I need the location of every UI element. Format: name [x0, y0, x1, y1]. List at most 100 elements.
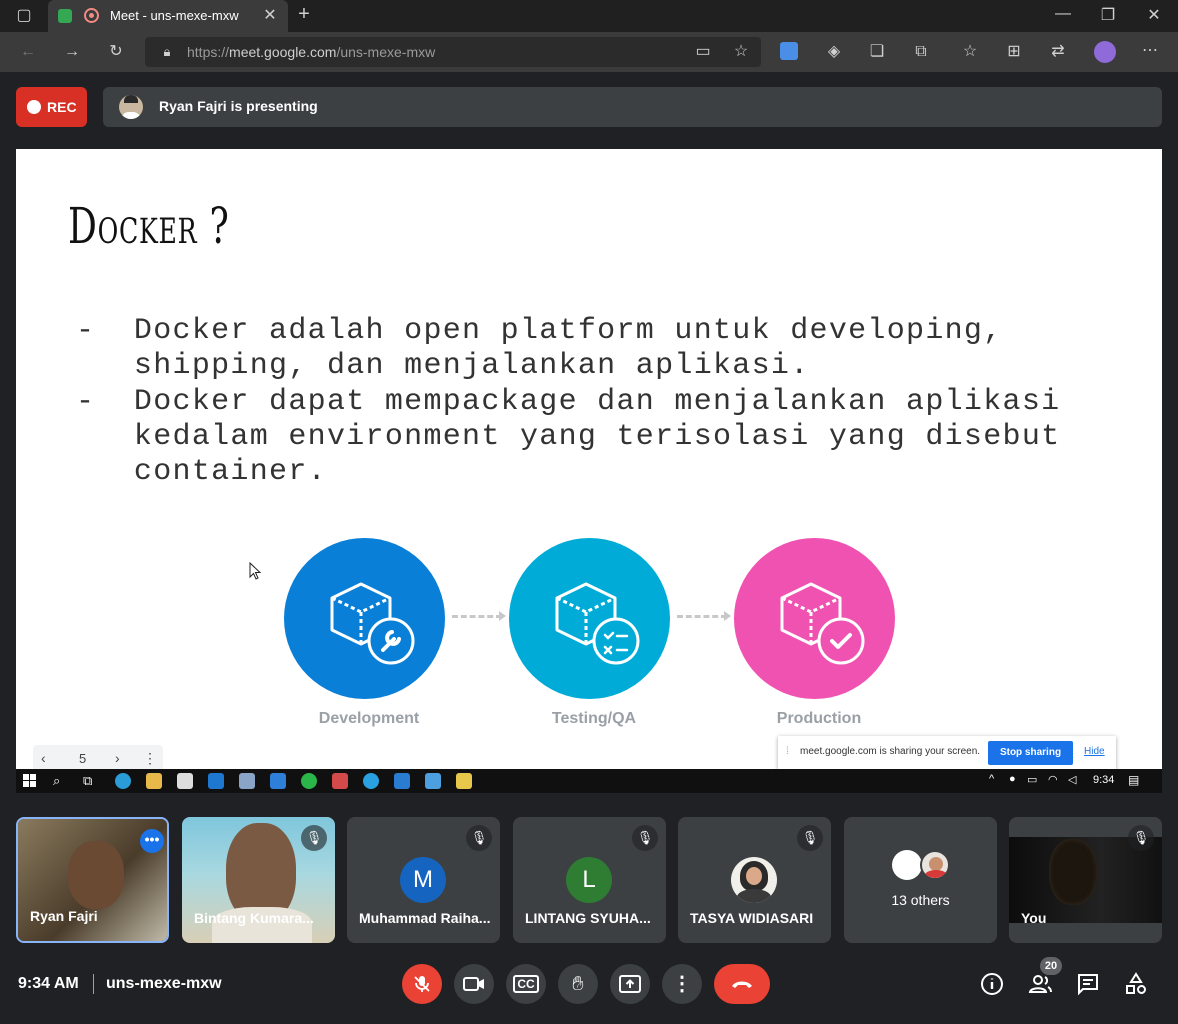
tray-wifi-icon[interactable]: ◠: [1048, 773, 1058, 786]
raise-hand-button[interactable]: ✋︎: [558, 964, 598, 1004]
avatar: M: [400, 857, 446, 903]
present-button[interactable]: [610, 964, 650, 1004]
presenting-banner: Ryan Fajri is presenting: [103, 87, 1162, 127]
screen-share-notice: ⁞ meet.google.com is sharing your screen…: [778, 736, 1116, 769]
app-icon[interactable]: [239, 773, 255, 789]
participant-tile-muhammad[interactable]: 🎙︎ M Muhammad Raiha...: [347, 817, 500, 943]
favorites-icon[interactable]: ☆: [960, 44, 980, 60]
puzzle-icon[interactable]: ⧉: [911, 44, 931, 60]
camera-icon[interactable]: ▭: [693, 44, 713, 60]
store-icon[interactable]: [177, 773, 193, 789]
app-3-icon[interactable]: [456, 773, 472, 789]
info-icon: [981, 973, 1003, 995]
toggle-mic-button[interactable]: [402, 964, 442, 1004]
extension-icon[interactable]: ◈: [824, 44, 844, 60]
edge-browser-icon[interactable]: [115, 773, 131, 789]
recording-indicator-icon: [84, 8, 99, 23]
participant-tile-tasya[interactable]: 🎙︎ TASYA WIDIASARI: [678, 817, 831, 943]
tab-title: Meet - uns-mexe-mxw: [110, 8, 239, 23]
virtualbox-icon[interactable]: [425, 773, 441, 789]
record-dot-icon: [27, 100, 41, 114]
slide-title: Docker ?: [68, 197, 230, 255]
notifications-icon[interactable]: ▤: [1128, 773, 1139, 787]
recording-button[interactable]: REC: [16, 87, 87, 127]
forward-icon[interactable]: →: [62, 44, 82, 60]
tray-volume-icon[interactable]: ◁: [1068, 773, 1076, 786]
participant-name: Bintang Kumara...: [194, 910, 314, 926]
telegram-icon[interactable]: [363, 773, 379, 789]
url-field[interactable]: 🔒︎ https://meet.google.com/uns-mexe-mxw …: [145, 37, 761, 67]
tray-chevron-icon[interactable]: ^: [989, 773, 994, 785]
drag-handle-icon[interactable]: ⁞: [786, 746, 789, 757]
more-options-button[interactable]: ⋮: [662, 964, 702, 1004]
app-2-icon[interactable]: [332, 773, 348, 789]
favorite-star-icon[interactable]: ☆: [731, 44, 751, 60]
more-options-icon[interactable]: •••: [140, 829, 164, 853]
mail-icon[interactable]: [208, 773, 224, 789]
windows-start-icon[interactable]: [23, 774, 37, 788]
url-text: https://meet.google.com/uns-mexe-mxw: [187, 44, 436, 60]
meeting-details-button[interactable]: [978, 972, 1006, 1000]
camera-icon: [463, 977, 484, 991]
slide-menu-icon[interactable]: ⋮: [143, 750, 157, 767]
arrow-dev-to-test: [452, 611, 506, 621]
participant-tile-you[interactable]: 🎙︎ You: [1009, 817, 1162, 943]
more-menu-icon[interactable]: ⋯: [1140, 43, 1160, 59]
taskbar-clock: 9:34: [1093, 774, 1115, 786]
new-tab-icon[interactable]: +: [294, 4, 314, 24]
todo-icon[interactable]: [270, 773, 286, 789]
production-fill: [734, 538, 895, 699]
participant-tile-ryan[interactable]: ••• Ryan Fajri: [16, 817, 169, 943]
participant-tile-others[interactable]: 13 others: [844, 817, 997, 943]
stage-label-production: Production: [776, 710, 862, 727]
muted-mic-icon: 🎙︎: [466, 825, 492, 851]
slide-page-number: 5: [79, 751, 87, 766]
participant-tile-lintang[interactable]: 🎙︎ L LINTANG SYUHA...: [513, 817, 666, 943]
restore-icon[interactable]: ❐: [1098, 8, 1118, 24]
reload-icon[interactable]: ↻: [106, 44, 126, 60]
browser-tab[interactable]: Meet - uns-mexe-mxw ✕: [48, 0, 288, 32]
prev-slide-icon[interactable]: ‹: [41, 750, 46, 766]
chat-button[interactable]: [1074, 972, 1102, 1000]
tray-mic-icon[interactable]: ●: [1009, 773, 1016, 785]
participant-name: You: [1021, 910, 1047, 926]
leave-call-button[interactable]: [714, 964, 770, 1004]
address-toolbar: ← → ↻ 🔒︎ https://meet.google.com/uns-mex…: [0, 32, 1178, 72]
tray-battery-icon[interactable]: ▭: [1027, 773, 1037, 786]
toggle-camera-button[interactable]: [454, 964, 494, 1004]
vscode-icon[interactable]: [394, 773, 410, 789]
share-icon[interactable]: ⇄: [1048, 44, 1068, 60]
avatar: L: [566, 857, 612, 903]
profile-avatar[interactable]: [1094, 41, 1116, 63]
slide-bullet-1: - Docker adalah open platform untuk deve…: [76, 314, 1003, 383]
minimize-icon[interactable]: —: [1053, 6, 1073, 22]
testing-circle: [509, 538, 670, 699]
extension-2-icon[interactable]: ❏: [867, 44, 887, 60]
whatsapp-icon[interactable]: [301, 773, 317, 789]
mic-off-icon: [414, 976, 430, 992]
tab-actions-icon[interactable]: ▢: [14, 8, 34, 24]
avatar: [892, 850, 922, 880]
muted-mic-icon: 🎙︎: [1128, 825, 1154, 851]
presentation-slide: Docker ? - Docker adalah open platform u…: [16, 149, 1162, 769]
captions-button[interactable]: CC: [506, 964, 546, 1004]
present-screen-icon: [619, 975, 641, 993]
participant-face: [1049, 839, 1097, 905]
file-explorer-icon[interactable]: [146, 773, 162, 789]
box-wrench-icon: [284, 538, 445, 699]
close-tab-icon[interactable]: ✕: [260, 8, 280, 24]
participant-tile-bintang[interactable]: 🎙︎ Bintang Kumara...: [182, 817, 335, 943]
back-icon[interactable]: ←: [18, 44, 38, 60]
stop-sharing-button[interactable]: Stop sharing: [988, 741, 1073, 765]
collections-icon[interactable]: ⊞: [1004, 44, 1024, 60]
people-button[interactable]: [1027, 972, 1055, 1000]
translate-extension-icon[interactable]: [780, 42, 798, 60]
activities-button[interactable]: [1122, 972, 1150, 1000]
hide-notice-link[interactable]: Hide: [1084, 746, 1105, 757]
next-slide-icon[interactable]: ›: [115, 750, 120, 766]
meeting-controls-bar: 9:34 AM uns-mexe-mxw CC ✋︎ ⋮ 20: [0, 950, 1178, 1024]
task-view-icon[interactable]: ⧉: [83, 773, 92, 789]
search-icon[interactable]: ⌕: [53, 773, 60, 789]
presenting-text: Ryan Fajri is presenting: [159, 98, 318, 114]
close-window-icon[interactable]: ✕: [1144, 8, 1164, 24]
